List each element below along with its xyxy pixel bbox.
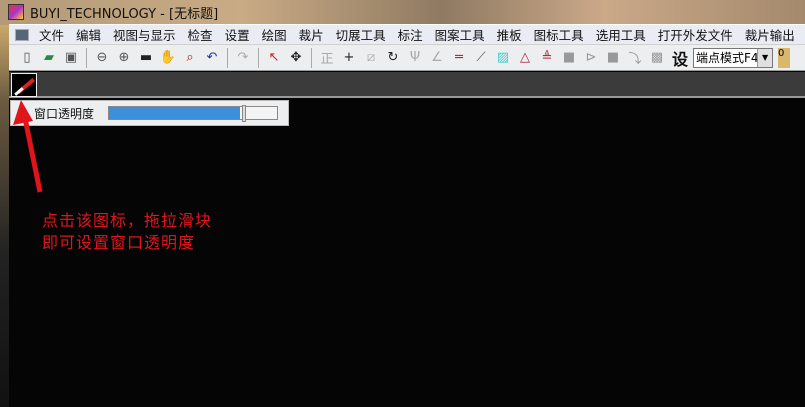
annotation-line2: 即可设置窗口透明度 [42, 233, 196, 252]
annotation-line1: 点击该图标，拖拉滑块 [42, 211, 213, 230]
red-arrow [13, 100, 43, 193]
